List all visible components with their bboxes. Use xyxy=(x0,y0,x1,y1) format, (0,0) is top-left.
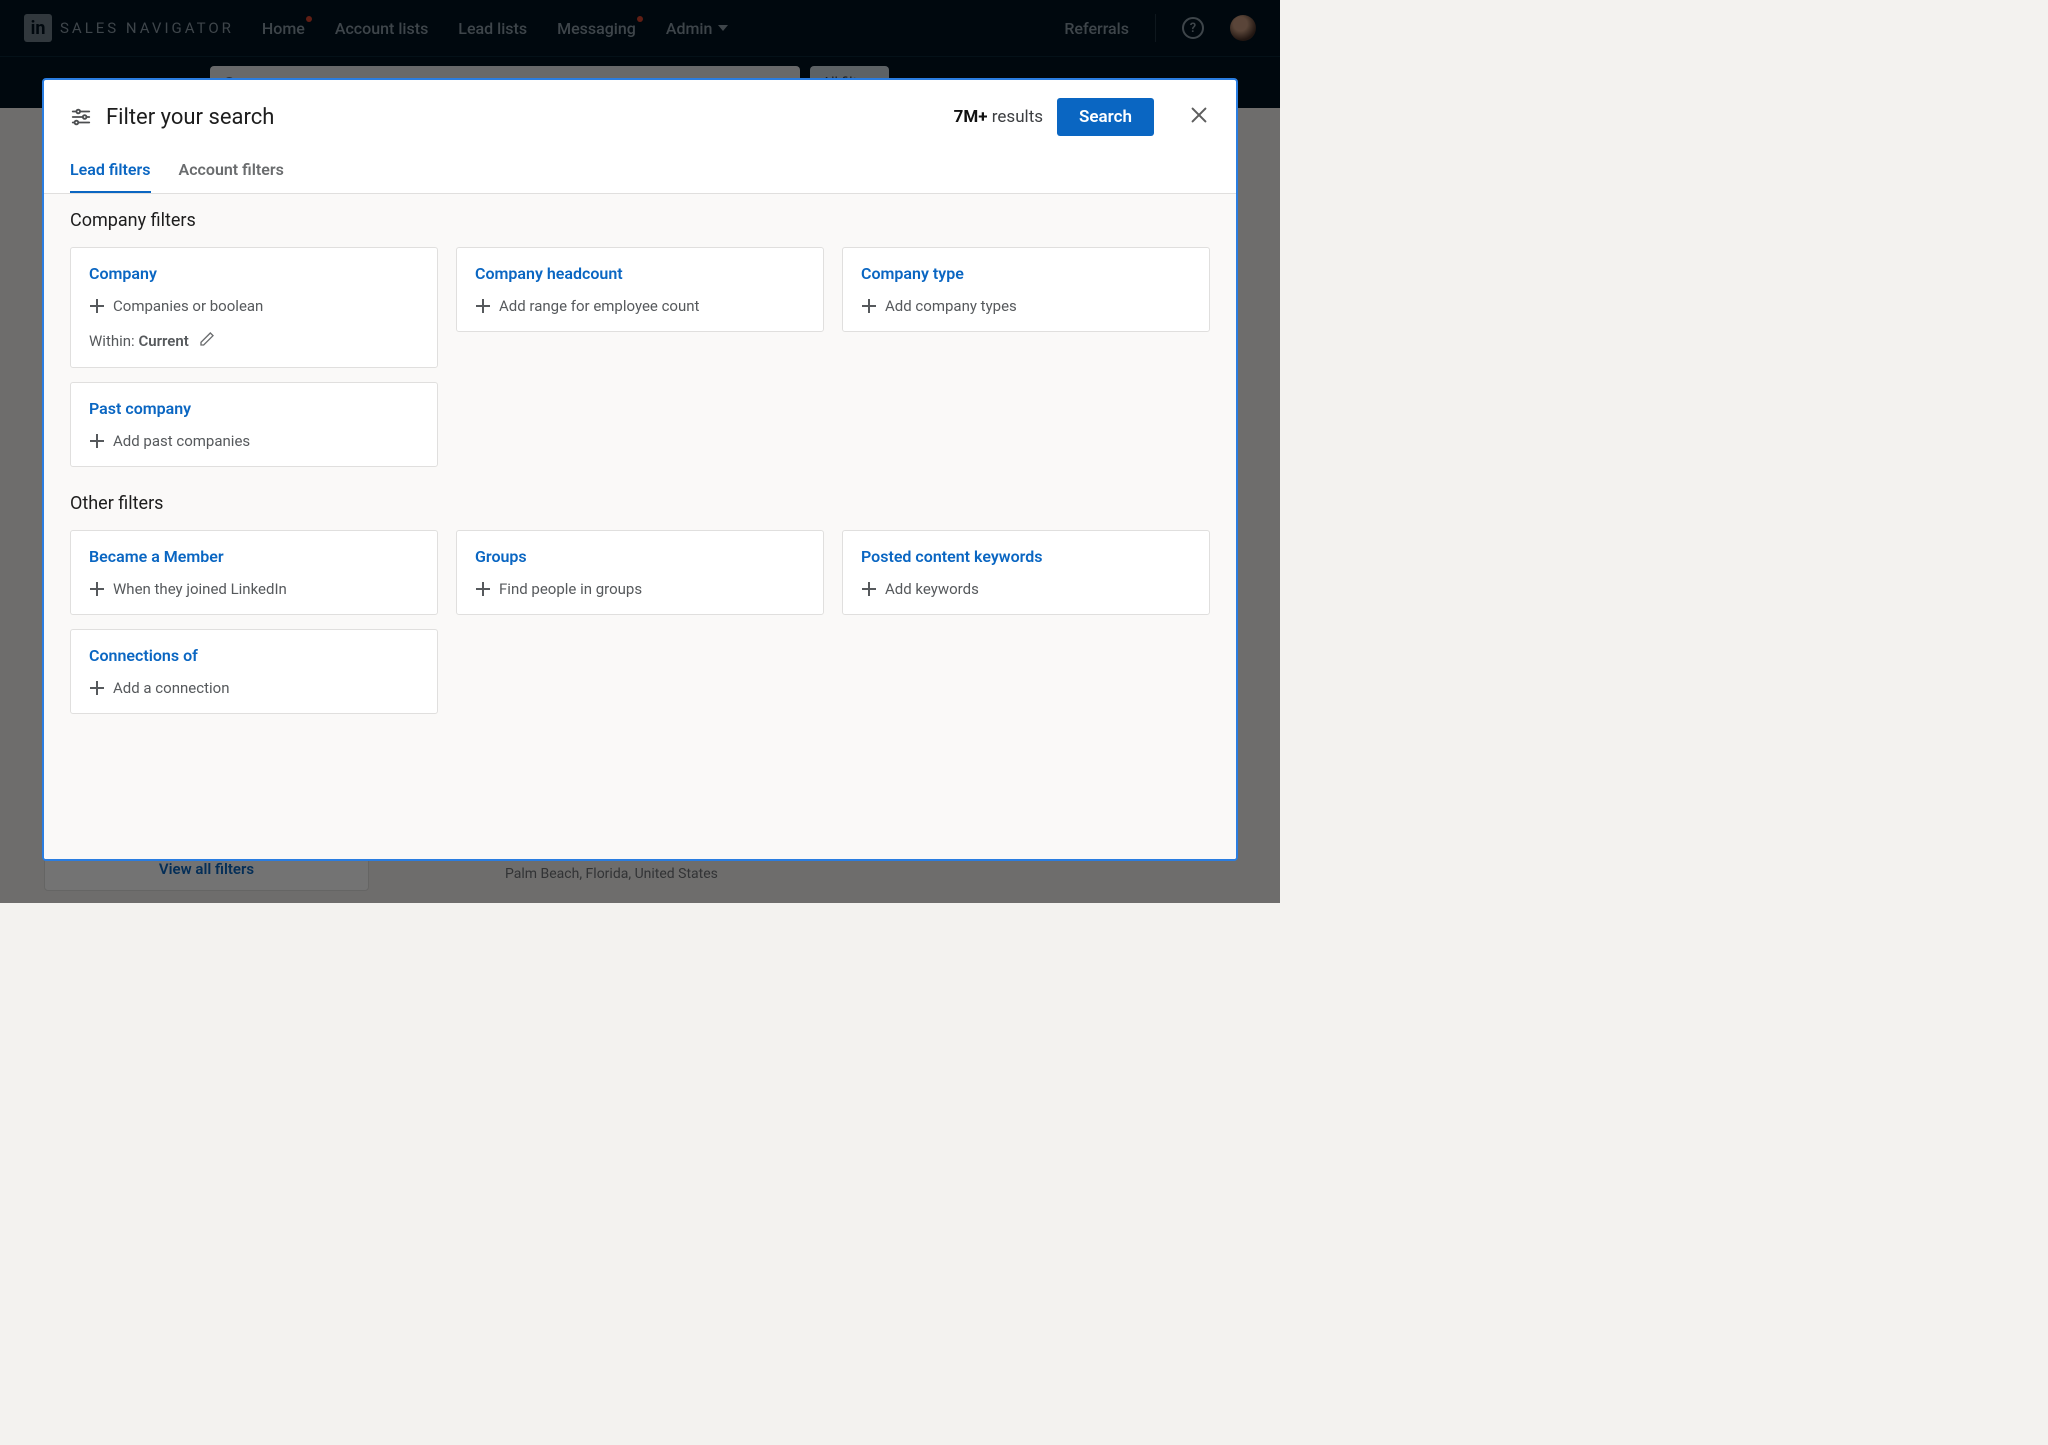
card-headcount-action[interactable]: Add range for employee count xyxy=(475,297,805,315)
section-other-heading: Other filters xyxy=(70,493,1210,514)
pencil-icon[interactable] xyxy=(199,331,215,351)
plus-icon xyxy=(89,680,105,696)
plus-icon xyxy=(475,298,491,314)
card-past-company-action-label: Add past companies xyxy=(113,432,250,450)
other-card-grid: Became a Member When they joined LinkedI… xyxy=(70,530,1210,714)
card-company-action-label: Companies or boolean xyxy=(113,297,263,315)
plus-icon xyxy=(861,298,877,314)
tab-account-filters[interactable]: Account filters xyxy=(179,150,284,193)
results-count: 7M+ results xyxy=(954,107,1043,127)
card-posted-title: Posted content keywords xyxy=(861,547,1191,566)
card-became-member[interactable]: Became a Member When they joined LinkedI… xyxy=(70,530,438,615)
filter-modal: Filter your search 7M+ results Search Le… xyxy=(42,78,1238,861)
card-member-title: Became a Member xyxy=(89,547,419,566)
card-groups-action[interactable]: Find people in groups xyxy=(475,580,805,598)
card-company[interactable]: Company Companies or boolean Within: Cur… xyxy=(70,247,438,368)
card-type-action-label: Add company types xyxy=(885,297,1017,315)
card-past-company[interactable]: Past company Add past companies xyxy=(70,382,438,467)
card-company-type[interactable]: Company type Add company types xyxy=(842,247,1210,332)
card-posted-action-label: Add keywords xyxy=(885,580,979,598)
card-company-title: Company xyxy=(89,264,419,283)
tab-lead-filters[interactable]: Lead filters xyxy=(70,150,151,193)
close-icon[interactable] xyxy=(1188,104,1210,130)
section-company-heading: Company filters xyxy=(70,210,1210,231)
results-number: 7M+ xyxy=(954,107,988,127)
company-card-grid: Company Companies or boolean Within: Cur… xyxy=(70,247,1210,467)
card-connections-action[interactable]: Add a connection xyxy=(89,679,419,697)
search-button[interactable]: Search xyxy=(1057,98,1154,136)
card-past-company-title: Past company xyxy=(89,399,419,418)
card-company-action[interactable]: Companies or boolean xyxy=(89,297,419,315)
card-company-headcount[interactable]: Company headcount Add range for employee… xyxy=(456,247,824,332)
within-label: Within: xyxy=(89,332,135,350)
card-groups[interactable]: Groups Find people in groups xyxy=(456,530,824,615)
card-groups-title: Groups xyxy=(475,547,805,566)
plus-icon xyxy=(861,581,877,597)
card-type-title: Company type xyxy=(861,264,1191,283)
modal-body: Company filters Company Companies or boo… xyxy=(44,194,1236,859)
card-company-within: Within: Current xyxy=(89,331,419,351)
sliders-icon xyxy=(70,106,92,128)
results-word: results xyxy=(992,107,1043,127)
card-headcount-title: Company headcount xyxy=(475,264,805,283)
card-connections-title: Connections of xyxy=(89,646,419,665)
card-past-company-action[interactable]: Add past companies xyxy=(89,432,419,450)
plus-icon xyxy=(89,581,105,597)
card-posted-action[interactable]: Add keywords xyxy=(861,580,1191,598)
card-type-action[interactable]: Add company types xyxy=(861,297,1191,315)
within-value: Current xyxy=(138,332,188,350)
card-posted-keywords[interactable]: Posted content keywords Add keywords xyxy=(842,530,1210,615)
modal-header: Filter your search 7M+ results Search xyxy=(44,80,1236,150)
card-connections-action-label: Add a connection xyxy=(113,679,229,697)
card-groups-action-label: Find people in groups xyxy=(499,580,642,598)
card-headcount-action-label: Add range for employee count xyxy=(499,297,699,315)
plus-icon xyxy=(89,298,105,314)
tabs-row: Lead filters Account filters xyxy=(44,150,1236,194)
plus-icon xyxy=(89,433,105,449)
plus-icon xyxy=(475,581,491,597)
card-member-action[interactable]: When they joined LinkedIn xyxy=(89,580,419,598)
modal-title: Filter your search xyxy=(106,105,940,130)
card-member-action-label: When they joined LinkedIn xyxy=(113,580,287,598)
card-connections-of[interactable]: Connections of Add a connection xyxy=(70,629,438,714)
